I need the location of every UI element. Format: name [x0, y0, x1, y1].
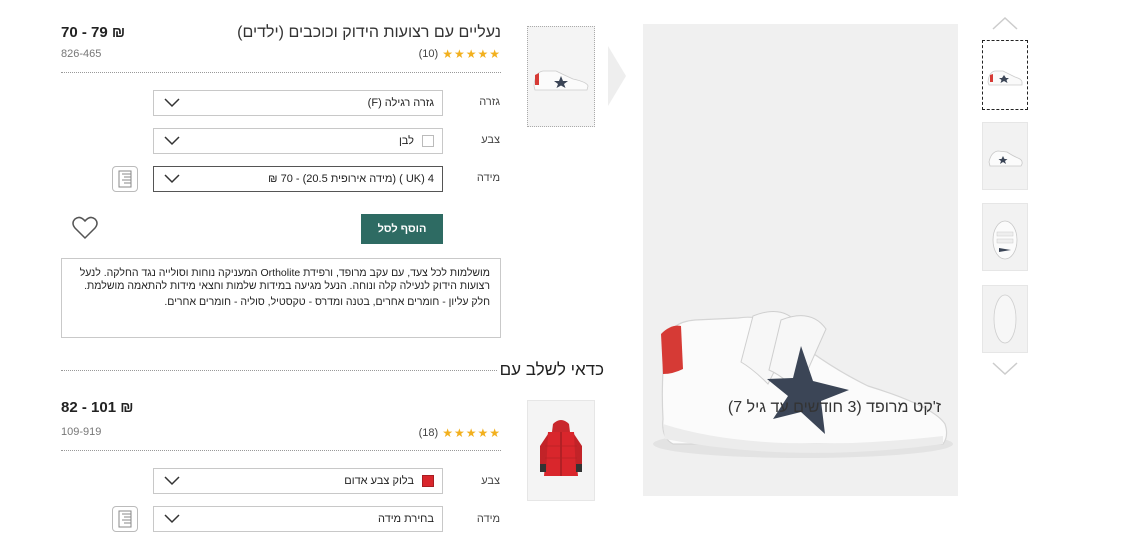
- pairing-sku: 109-919: [61, 426, 102, 438]
- pairing-rating[interactable]: ★★★★★ (18): [419, 426, 501, 440]
- product-title: נעליים עם רצועות הידוק וכוכבים (ילדים): [237, 24, 501, 41]
- size-label: מידה: [476, 172, 500, 184]
- carousel-arrow-icon: [608, 46, 626, 106]
- thumbnail-1[interactable]: [982, 40, 1028, 110]
- color-label: צבע: [481, 134, 500, 146]
- size-guide-button[interactable]: [112, 166, 138, 192]
- pairing-price: 82 - 101 ₪: [61, 399, 134, 416]
- product-description: מושלמות לכל צעד, עם עקב מרופד, ורפידת Or…: [61, 258, 501, 338]
- shoe-sole-thumbnail-image: [993, 294, 1017, 344]
- pairing-section-title: כדאי לשלב עם: [499, 360, 604, 379]
- pairing-size-value: בחירת מידה: [377, 513, 434, 525]
- divider: [61, 72, 501, 73]
- chevron-down-icon: [164, 174, 180, 184]
- current-product-thumbnail[interactable]: [527, 26, 595, 127]
- thumbnail-scroll-up-icon[interactable]: [992, 16, 1018, 30]
- thumbnail-scroll-down-icon[interactable]: [992, 362, 1018, 376]
- product-sku: 826-465: [61, 48, 102, 60]
- add-to-cart-button[interactable]: הוסף לסל: [361, 214, 443, 244]
- review-count: (18): [418, 427, 439, 439]
- shoe-front-thumbnail-image: [992, 220, 1018, 260]
- pairing-title: ז'קט מרופד (3 חודשים עד גיל 7): [727, 399, 941, 416]
- thumbnail-2[interactable]: [982, 122, 1028, 190]
- shoe-small-image: [533, 70, 589, 90]
- description-materials: חלק עליון - חומרים אחרים, בטנה ומדרס - ט…: [164, 296, 490, 308]
- review-count: (10): [418, 48, 439, 60]
- pairing-size-select[interactable]: בחירת מידה: [153, 506, 443, 532]
- shoe-main-image: [653, 311, 953, 458]
- chevron-down-icon: [164, 136, 180, 146]
- size-value: 4 (UK ) (מידה אירופית 20.5) - 70 ₪: [268, 173, 434, 185]
- shoe-side-thumbnail-image: [987, 70, 1023, 86]
- rating-stars: ★★★★★: [442, 426, 501, 440]
- pairing-size-label: מידה: [476, 513, 500, 525]
- fit-select[interactable]: גזרה רגילה (F): [153, 90, 443, 116]
- divider: [61, 450, 501, 451]
- thumbnail-4[interactable]: [982, 285, 1028, 353]
- product-rating[interactable]: ★★★★★ (10): [419, 47, 501, 61]
- red-jacket-image: [540, 419, 582, 476]
- color-swatch: [422, 135, 434, 147]
- color-value: לבן: [398, 135, 414, 147]
- wishlist-heart-icon[interactable]: [72, 216, 98, 240]
- pairing-color-label: צבע: [481, 475, 500, 487]
- size-select[interactable]: 4 (UK ) (מידה אירופית 20.5) - 70 ₪: [153, 166, 443, 192]
- color-swatch: [422, 475, 434, 487]
- pairing-color-select[interactable]: בלוק צבע אדום: [153, 468, 443, 494]
- pairing-color-value: בלוק צבע אדום: [344, 475, 414, 487]
- thumbnail-3[interactable]: [982, 203, 1028, 271]
- shoe-angle-thumbnail-image: [988, 150, 1023, 167]
- fit-value: גזרה רגילה (F): [367, 97, 434, 109]
- pairing-product-thumbnail[interactable]: [527, 400, 595, 501]
- color-select[interactable]: לבן: [153, 128, 443, 154]
- fit-label: גזרה: [479, 96, 500, 108]
- ruler-icon: [118, 170, 132, 188]
- main-product-image[interactable]: [643, 24, 958, 496]
- chevron-down-icon: [164, 476, 180, 486]
- description-paragraph: מושלמות לכל צעד, עם עקב מרופד, ורפידת Or…: [79, 267, 490, 292]
- product-price: 70 - 79 ₪: [61, 24, 126, 41]
- ruler-icon: [118, 510, 132, 528]
- rating-stars: ★★★★★: [442, 47, 501, 61]
- pairing-size-guide-button[interactable]: [112, 506, 138, 532]
- chevron-down-icon: [164, 98, 180, 108]
- chevron-down-icon: [164, 514, 180, 524]
- section-divider: [61, 370, 497, 371]
